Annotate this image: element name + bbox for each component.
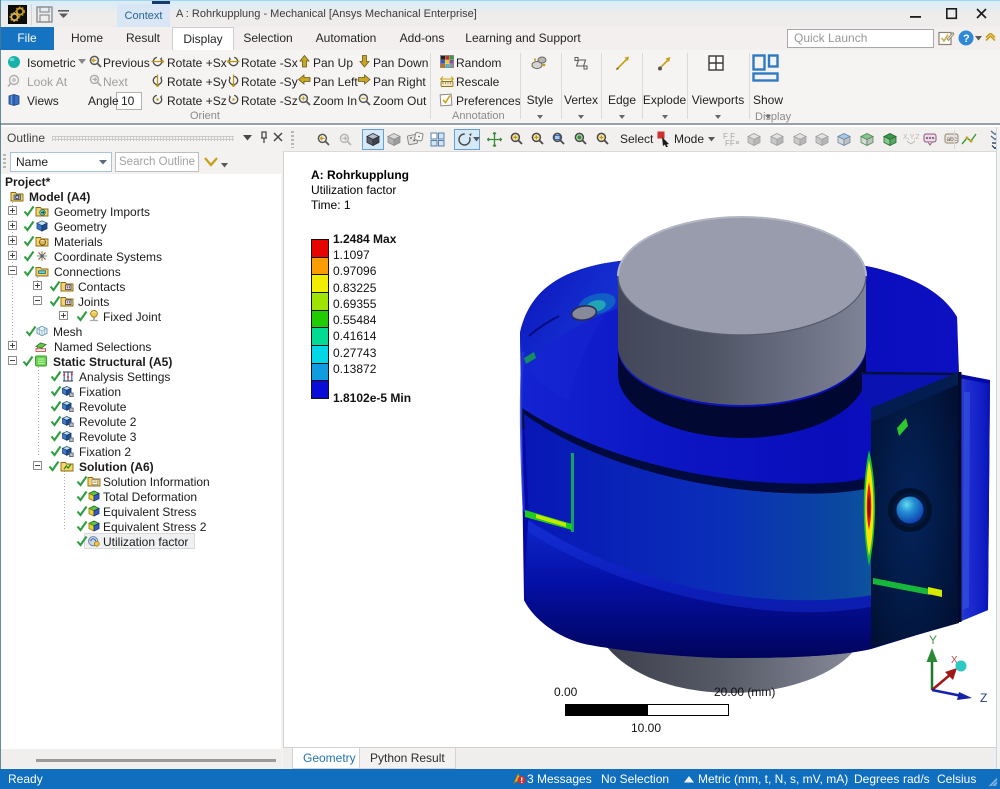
svg-text:X,Y,Z: X,Y,Z <box>903 134 919 141</box>
svg-text:?: ? <box>963 33 970 45</box>
svg-text:Z: Z <box>980 691 987 705</box>
svg-text:Y: Y <box>929 633 937 647</box>
svg-text:FF: FF <box>725 139 735 147</box>
svg-text:abc: abc <box>947 136 958 143</box>
